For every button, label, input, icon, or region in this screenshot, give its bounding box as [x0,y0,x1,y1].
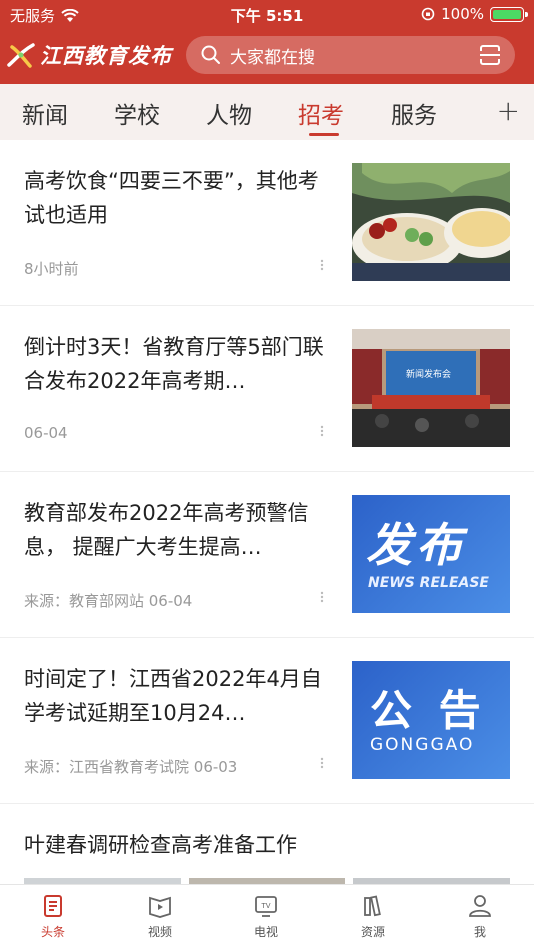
nav-headlines[interactable]: 头条 [13,893,93,940]
news-item[interactable]: 高考饮食“四要三不要”，其他考试也适用 8小时前 [0,140,534,306]
video-icon [149,896,171,918]
nav-tv[interactable]: TV 电视 [226,893,306,940]
news-meta: 06-04 [24,424,68,442]
food-thumbnail [352,163,510,281]
banner-title: 发布 [366,518,466,572]
more-options-icon[interactable] [318,258,326,272]
profile-icon [469,895,491,917]
banner-subtitle: NEWS RELEASE [368,575,489,591]
more-options-icon[interactable] [318,756,326,770]
nav-label: 电视 [253,925,278,939]
category-tabs: 新闻 学校 人物 招考 服务 + [0,84,534,140]
battery-percent: 100% [441,5,484,23]
news-title: 叶建春调研检查高考准备工作 [24,833,297,857]
thumbnail-caption: 新闻发布会 [406,370,452,380]
news-item[interactable]: 时间定了！江西省2022年4月自学考试延期至10月24… 来源：江西省教育考试院… [0,638,534,804]
nav-video[interactable]: 视频 [120,893,200,940]
app-bar: 江西教育发布 大家都在搜 [0,32,534,80]
tab-people[interactable]: 人物 [206,96,252,130]
banner-subtitle: GONGGAO [370,735,475,755]
tab-news[interactable]: 新闻 [22,96,68,130]
news-title: 倒计时3天！省教育厅等5部门联合发布2022年高考期… [24,335,324,393]
tab-services[interactable]: 服务 [391,96,437,130]
tab-admissions[interactable]: 招考 [298,96,344,130]
nav-label: 资源 [360,925,385,939]
release-banner-thumbnail: 发布 NEWS RELEASE [352,495,510,613]
news-item[interactable]: 倒计时3天！省教育厅等5部门联合发布2022年高考期… 06-04 新闻发布会 [0,306,534,472]
search-bar[interactable]: 大家都在搜 [186,36,515,74]
news-title: 高考饮食“四要三不要”，其他考试也适用 [24,169,319,227]
headline-icon [44,895,62,917]
news-item[interactable]: 教育部发布2022年高考预警信息， 提醒广大考生提高… 来源：教育部网站 06-… [0,472,534,638]
banner-title: 公 告 [370,686,487,735]
svg-text:TV: TV [260,902,270,910]
nav-label: 视频 [147,925,172,939]
news-meta: 来源：教育部网站 06-04 [24,592,193,610]
logo-mark-icon [7,43,35,68]
battery-icon [490,6,528,22]
active-tab-indicator [309,133,339,136]
news-title: 时间定了！江西省2022年4月自学考试延期至10月24… [24,667,322,725]
more-options-icon[interactable] [318,424,326,438]
orientation-lock-icon [421,7,435,21]
nav-label: 头条 [40,925,65,939]
press-conference-thumbnail: 新闻发布会 [352,329,510,447]
news-title: 教育部发布2022年高考预警信息， 提醒广大考生提高… [24,501,309,559]
app-logo[interactable]: 江西教育发布 [6,40,172,70]
app-name: 江西教育发布 [40,43,172,68]
add-tab-button[interactable]: + [497,94,520,127]
scan-icon[interactable] [479,44,501,66]
tab-schools[interactable]: 学校 [114,96,160,130]
app-header: 无服务 下午 5:51 100% 江西教育发布 大家都在搜 [0,0,534,84]
news-meta: 8小时前 [24,260,79,278]
more-options-icon[interactable] [318,590,326,604]
news-meta: 来源：江西省教育考试院 06-03 [24,758,238,776]
bottom-navigation: 头条 视频 TV 电视 资源 我 [0,884,534,950]
nav-label: 我 [473,925,486,939]
nav-profile[interactable]: 我 [440,893,520,940]
tv-icon: TV [255,896,277,917]
notice-banner-thumbnail: 公 告 GONGGAO [352,661,510,779]
resource-icon [364,895,381,917]
search-icon [201,45,220,64]
nav-resources[interactable]: 资源 [333,893,413,940]
status-bar: 无服务 下午 5:51 100% [0,0,534,28]
search-placeholder: 大家都在搜 [230,47,315,68]
